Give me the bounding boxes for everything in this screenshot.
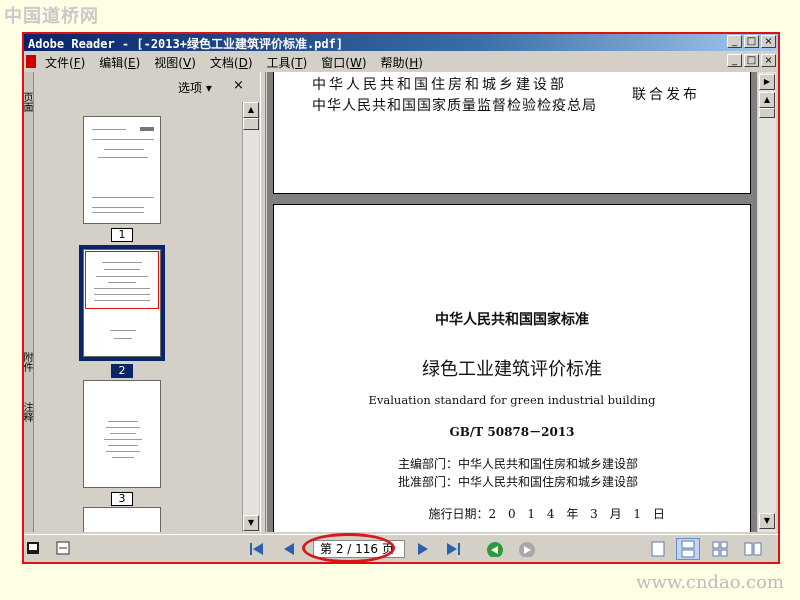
continuous-facing-icon[interactable] bbox=[744, 541, 762, 557]
close-panel-icon[interactable]: × bbox=[233, 78, 244, 93]
menu-bar: 文件(F) 编辑(E) 视图(V) 文档(D) 工具(T) 窗口(W) 帮助(H… bbox=[24, 52, 778, 71]
thumbnail-label-3[interactable]: 3 bbox=[111, 492, 133, 506]
thumbnail-page-1[interactable] bbox=[83, 116, 161, 224]
doc-scroll-up-icon[interactable]: ▲ bbox=[759, 92, 775, 108]
adobe-logo-icon[interactable] bbox=[26, 55, 36, 68]
doc-restore-button[interactable]: □ bbox=[744, 54, 759, 67]
menu-file[interactable]: 文件(F) bbox=[38, 54, 92, 71]
menu-edit[interactable]: 编辑(E) bbox=[92, 54, 147, 71]
options-menu[interactable]: 选项 ▾ bbox=[178, 79, 212, 96]
page-current: 中华人民共和国国家标准 绿色工业建筑评价标准 Evaluation standa… bbox=[273, 204, 751, 532]
page-field-annotation bbox=[302, 533, 395, 562]
panel-splitter[interactable] bbox=[260, 72, 266, 532]
tab-pages[interactable]: 页面 bbox=[24, 92, 34, 112]
approver-label: 批准部门： bbox=[398, 475, 459, 489]
thumbnail-page-2[interactable] bbox=[83, 249, 161, 357]
thumbnail-page-4[interactable] bbox=[83, 507, 161, 532]
scroll-thumb[interactable] bbox=[243, 118, 259, 130]
doc-scroll-thumb[interactable] bbox=[759, 108, 775, 118]
menu-tools[interactable]: 工具(T) bbox=[260, 54, 315, 71]
national-standard-heading: 中华人民共和国国家标准 bbox=[435, 312, 589, 328]
facing-pages-icon[interactable] bbox=[712, 541, 728, 557]
go-back-icon[interactable] bbox=[486, 541, 504, 557]
approver-row: 批准部门：中华人民共和国住房和城乡建设部 bbox=[398, 473, 638, 490]
doc-close-button[interactable]: × bbox=[761, 54, 776, 67]
page-previous: 中华人民共和国住房和城乡建设部 中华人民共和国国家质量监督检验检疫总局 联合发布 bbox=[273, 72, 751, 194]
tab-attachments[interactable]: 附件 bbox=[24, 352, 34, 372]
status-bar: 第 2 / 116 页 bbox=[24, 533, 778, 562]
scroll-right-icon[interactable]: ▶ bbox=[759, 74, 775, 90]
previous-page-icon[interactable] bbox=[280, 541, 298, 557]
doc-scroll-down-icon[interactable]: ▼ bbox=[759, 513, 775, 529]
thumbnail-page-3[interactable] bbox=[83, 380, 161, 488]
chevron-down-icon: ▾ bbox=[205, 81, 212, 95]
effective-date-label: 施行日期： bbox=[428, 507, 489, 521]
effective-date-value: 2 0 1 4 年 3 月 1 日 bbox=[488, 507, 669, 521]
watermark-bottom: www.cndao.com bbox=[636, 572, 784, 593]
editor-row: 主编部门：中华人民共和国住房和城乡建设部 bbox=[398, 455, 638, 472]
page-size-icon[interactable] bbox=[56, 541, 70, 555]
thumbnail-list: 1 2 3 bbox=[35, 102, 242, 532]
document-title-cn: 绿色工业建筑评价标准 bbox=[422, 359, 602, 380]
watermark-top: 中国道桥网 bbox=[4, 6, 99, 27]
effective-date-row: 施行日期：2 0 1 4 年 3 月 1 日 bbox=[398, 491, 669, 532]
maximize-button[interactable]: □ bbox=[744, 35, 759, 48]
last-page-icon[interactable] bbox=[444, 541, 462, 557]
window-title: Adobe Reader - [-2013+绿色工业建筑评价标准.pdf] bbox=[28, 37, 344, 51]
publisher-line-1: 中华人民共和国住房和城乡建设部 bbox=[312, 77, 567, 93]
document-scrollbar[interactable]: ▶ ▲ ▼ bbox=[758, 72, 776, 532]
menu-help[interactable]: 帮助(H) bbox=[374, 54, 430, 71]
next-page-icon[interactable] bbox=[414, 541, 432, 557]
thumbnail-label-2[interactable]: 2 bbox=[111, 364, 133, 378]
thumbnail-label-1[interactable]: 1 bbox=[111, 228, 133, 242]
adobe-reader-window: Adobe Reader - [-2013+绿色工业建筑评价标准.pdf] _ … bbox=[22, 32, 780, 564]
editor-label: 主编部门： bbox=[398, 457, 459, 471]
tab-comments[interactable]: 注释 bbox=[24, 402, 34, 422]
publisher-line-2: 中华人民共和国国家质量监督检验检疫总局 bbox=[312, 98, 597, 114]
document-view[interactable]: 中华人民共和国住房和城乡建设部 中华人民共和国国家质量监督检验检疫总局 联合发布… bbox=[267, 72, 757, 532]
standard-code: GB/T 50878－2013 bbox=[449, 425, 575, 439]
scroll-up-icon[interactable]: ▲ bbox=[243, 102, 259, 118]
page-layout-icon[interactable] bbox=[26, 541, 40, 555]
approver-value: 中华人民共和国住房和城乡建设部 bbox=[458, 475, 639, 489]
title-bar[interactable]: Adobe Reader - [-2013+绿色工业建筑评价标准.pdf] _ … bbox=[24, 34, 778, 51]
document-title-en: Evaluation standard for green industrial… bbox=[368, 393, 656, 407]
joint-issue-label: 联合发布 bbox=[632, 87, 700, 103]
scroll-down-icon[interactable]: ▼ bbox=[243, 515, 259, 531]
minimize-button[interactable]: _ bbox=[727, 35, 742, 48]
continuous-view-button[interactable] bbox=[676, 538, 700, 560]
close-button[interactable]: × bbox=[761, 35, 776, 48]
editor-value: 中华人民共和国住房和城乡建设部 bbox=[458, 457, 639, 471]
thumbnails-panel: 选项 ▾ × 1 2 3 ▲ ▼ bbox=[35, 72, 260, 532]
menu-view[interactable]: 视图(V) bbox=[147, 54, 203, 71]
go-forward-icon[interactable] bbox=[518, 541, 536, 557]
thumbnail-scrollbar[interactable]: ▲ ▼ bbox=[242, 102, 259, 532]
single-page-icon[interactable] bbox=[650, 541, 666, 557]
first-page-icon[interactable] bbox=[248, 541, 266, 557]
menu-window[interactable]: 窗口(W) bbox=[314, 54, 373, 71]
menu-document[interactable]: 文档(D) bbox=[203, 54, 260, 71]
navigation-tabs: 页面 附件 注释 bbox=[24, 72, 34, 532]
doc-minimize-button[interactable]: _ bbox=[727, 54, 742, 67]
